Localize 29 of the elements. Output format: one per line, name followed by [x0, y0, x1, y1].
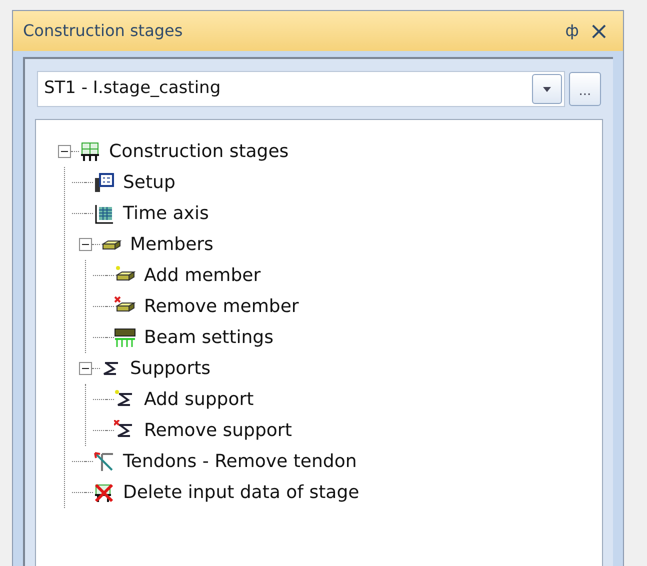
dropdown-value: ST1 - I.stage_casting — [44, 77, 222, 100]
tree-item-label[interactable]: Remove member — [144, 293, 299, 320]
tree-item-label[interactable]: Construction stages — [109, 138, 289, 165]
tree-item-label[interactable]: Add support — [144, 386, 254, 413]
tree-item-label[interactable]: Setup — [123, 169, 176, 196]
expander-toggle[interactable] — [79, 362, 92, 375]
form-icon — [93, 172, 115, 194]
panel-title: Construction stages — [23, 20, 184, 42]
tree-item-label[interactable]: Supports — [130, 355, 211, 382]
tree-item-label[interactable]: Delete input data of stage — [123, 479, 360, 506]
caret-icon — [543, 86, 551, 92]
expander-toggle[interactable] — [58, 145, 71, 158]
table-icon — [93, 202, 115, 224]
expander-toggle[interactable] — [79, 238, 92, 251]
close-button[interactable]: × — [584, 19, 613, 43]
tree-item-label[interactable]: Time axis — [123, 200, 209, 227]
stage-dropdown[interactable]: ST1 - I.stage_casting — [37, 71, 565, 107]
tendon-icon — [93, 450, 115, 472]
beam-settings-icon — [114, 326, 136, 348]
tree-item-label[interactable]: Add member — [144, 262, 261, 289]
dropdown-button[interactable] — [532, 74, 562, 104]
tree-item-label[interactable]: Remove support — [144, 417, 292, 444]
more-button[interactable]: ... — [569, 72, 601, 106]
pin-button[interactable]: ф — [559, 19, 585, 43]
tree-item-label[interactable]: Tendons - Remove tendon — [123, 448, 357, 475]
delete-icon — [93, 482, 115, 504]
grid-frame-icon — [79, 140, 101, 162]
tree-item-label[interactable]: Beam settings — [144, 324, 274, 351]
tree-item-label[interactable]: Members — [130, 231, 214, 258]
